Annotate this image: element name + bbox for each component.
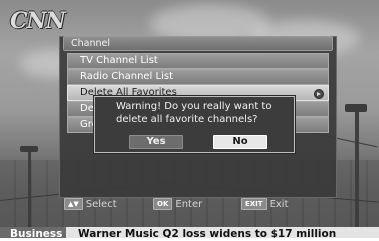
tv-screen: CNN Channel TV Channel List Radio Channe… bbox=[0, 0, 379, 241]
select-hint-label: Select bbox=[85, 199, 117, 210]
enter-hint: OK Enter bbox=[153, 198, 202, 211]
cnn-logo: CNN bbox=[10, 8, 66, 34]
exit-hint: EXIT Exit bbox=[241, 198, 289, 211]
delete-confirmation-dialog: Warning! Do you really want to delete al… bbox=[94, 96, 295, 153]
no-button[interactable]: No bbox=[213, 135, 267, 149]
ok-key-icon: OK bbox=[153, 198, 173, 210]
exit-key-icon: EXIT bbox=[241, 198, 267, 210]
up-down-key-icon: ▲▼ bbox=[64, 198, 83, 210]
exit-hint-label: Exit bbox=[269, 199, 289, 210]
yes-button[interactable]: Yes bbox=[129, 135, 183, 149]
menu-item-label: TV Channel List bbox=[80, 55, 158, 66]
background-lamp bbox=[20, 146, 38, 152]
background-lamp bbox=[345, 104, 367, 112]
select-hint: ▲▼ Select bbox=[64, 198, 117, 211]
menu-item-label: Radio Channel List bbox=[80, 71, 173, 82]
menu-title: Channel bbox=[71, 38, 111, 49]
dialog-message: Warning! Do you really want to delete al… bbox=[116, 101, 272, 125]
arrow-right-icon bbox=[314, 89, 324, 99]
menu-title-bar: Channel bbox=[63, 36, 333, 51]
menu-item-tv-channel-list[interactable]: TV Channel List bbox=[67, 53, 329, 69]
background-pole bbox=[355, 110, 359, 228]
menu-item-radio-channel-list[interactable]: Radio Channel List bbox=[67, 69, 329, 85]
background-pole bbox=[28, 150, 31, 228]
enter-hint-label: Enter bbox=[175, 199, 203, 210]
